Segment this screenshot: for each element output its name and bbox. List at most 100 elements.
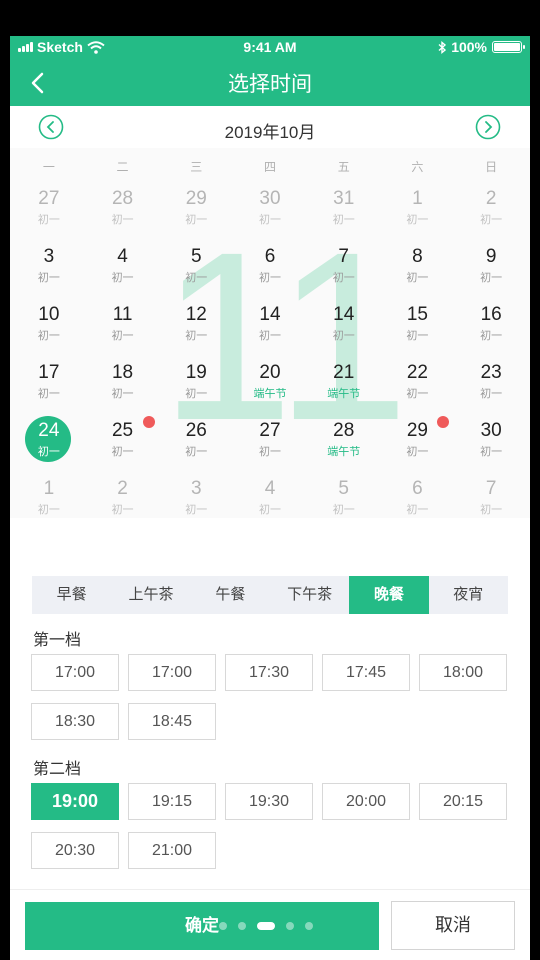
calendar-day[interactable]: 1 初一 — [12, 474, 86, 532]
calendar-day[interactable]: 29 初一 — [159, 184, 233, 242]
calendar-day[interactable]: 9 初一 — [454, 242, 528, 300]
pager-dot — [257, 922, 275, 930]
calendar-day[interactable]: 23 初一 — [454, 358, 528, 416]
lunar-date: 初一 — [111, 330, 134, 342]
day-number: 24 — [38, 420, 60, 441]
meal-tab[interactable]: 上午茶 — [111, 576, 190, 614]
time-slot-button[interactable]: 21:00 — [128, 832, 216, 869]
calendar-day[interactable]: 30 初一 — [454, 416, 528, 474]
calendar-day[interactable]: 20 端午节 — [233, 358, 307, 416]
day-number: 18 — [111, 362, 134, 383]
lunar-date: 端午节 — [327, 388, 361, 400]
day-number: 23 — [480, 362, 502, 383]
calendar-day[interactable]: 19 初一 — [159, 358, 233, 416]
calendar-day[interactable]: 28 端午节 — [307, 416, 381, 474]
calendar-day[interactable]: 14 初一 — [307, 300, 381, 358]
time-slot-button[interactable]: 20:00 — [322, 783, 410, 820]
calendar-day[interactable]: 5 初一 — [307, 474, 381, 532]
calendar-day[interactable]: 12 初一 — [159, 300, 233, 358]
calendar-day[interactable]: 7 初一 — [307, 242, 381, 300]
battery-percent: 100% — [451, 39, 487, 55]
time-slot-button[interactable]: 18:30 — [31, 703, 119, 740]
lunar-date: 初一 — [480, 330, 503, 342]
time-slot-button[interactable]: 18:45 — [128, 703, 216, 740]
time-slot-button[interactable]: 20:30 — [31, 832, 119, 869]
meal-tab[interactable]: 午餐 — [191, 576, 270, 614]
time-slot-button[interactable]: 17:00 — [31, 654, 119, 691]
time-slot-button[interactable]: 17:00 — [128, 654, 216, 691]
lunar-date: 初一 — [480, 504, 503, 516]
calendar-day[interactable]: 16 初一 — [454, 300, 528, 358]
meal-tab[interactable]: 早餐 — [32, 576, 111, 614]
event-dot — [142, 416, 155, 428]
calendar-day[interactable]: 6 初一 — [381, 474, 455, 532]
calendar-day[interactable]: 7 初一 — [454, 474, 528, 532]
calendar-day[interactable]: 5 初一 — [159, 242, 233, 300]
calendar-day[interactable]: 28 初一 — [86, 184, 160, 242]
calendar-day[interactable]: 29 初一 — [381, 416, 455, 474]
lunar-date: 初一 — [406, 446, 429, 458]
day-number: 28 — [111, 188, 134, 209]
calendar-day[interactable]: 27 初一 — [12, 184, 86, 242]
day-number: 9 — [485, 246, 497, 267]
calendar-day[interactable]: 17 初一 — [12, 358, 86, 416]
time-slot-button[interactable]: 18:00 — [419, 654, 507, 691]
calendar-week-row: 3 初一 4 初一 5 初一 6 初一 7 初一 8 初一 9 初一 — [12, 242, 528, 300]
pager-dot — [219, 922, 227, 930]
lunar-date: 初一 — [37, 272, 60, 284]
calendar-day[interactable]: 25 初一 — [86, 416, 160, 474]
day-number: 19 — [185, 362, 207, 383]
app-screen: Sketch 9:41 AM 100% 选择时间 2019年10月 11 一 二… — [10, 36, 530, 960]
calendar-day[interactable]: 31 初一 — [307, 184, 381, 242]
meal-tab[interactable]: 晚餐 — [349, 576, 429, 614]
calendar-day[interactable]: 26 初一 — [159, 416, 233, 474]
time-slot-button[interactable]: 19:15 — [128, 783, 216, 820]
time-slot-button[interactable]: 19:30 — [225, 783, 313, 820]
calendar-day-selected[interactable]: 24 初一 — [12, 416, 86, 474]
calendar-day[interactable]: 2 初一 — [454, 184, 528, 242]
calendar-day[interactable]: 3 初一 — [12, 242, 86, 300]
time-slot-button[interactable]: 20:15 — [419, 783, 507, 820]
day-number: 29 — [185, 188, 207, 209]
day-number: 2 — [117, 478, 128, 499]
calendar-day[interactable]: 10 初一 — [12, 300, 86, 358]
confirm-button[interactable]: 确定 — [25, 902, 379, 950]
weekday-label: 一 — [42, 160, 55, 174]
time-slot-button[interactable]: 19:00 — [31, 783, 119, 820]
day-number: 2 — [485, 188, 497, 209]
calendar-day[interactable]: 15 初一 — [381, 300, 455, 358]
calendar-day[interactable]: 18 初一 — [86, 358, 160, 416]
day-number: 12 — [185, 304, 207, 325]
meal-tab[interactable]: 下午茶 — [270, 576, 349, 614]
month-navigator: 2019年10月 — [10, 106, 530, 148]
day-number: 1 — [43, 478, 55, 499]
calendar-day[interactable]: 11 初一 — [86, 300, 160, 358]
calendar-day[interactable]: 4 初一 — [233, 474, 307, 532]
calendar-day[interactable]: 27 初一 — [233, 416, 307, 474]
battery-icon — [492, 41, 525, 53]
calendar-week-row: 27 初一 28 初一 29 初一 30 初一 31 初一 1 初一 2 初一 — [12, 184, 528, 242]
calendar-day[interactable]: 22 初一 — [381, 358, 455, 416]
calendar-day[interactable]: 1 初一 — [381, 184, 455, 242]
time-slot-button[interactable]: 17:30 — [225, 654, 313, 691]
cancel-button[interactable]: 取消 — [391, 901, 515, 950]
time-slot-button[interactable]: 17:45 — [322, 654, 410, 691]
calendar-day[interactable]: 6 初一 — [233, 242, 307, 300]
page-indicator — [219, 922, 313, 930]
weekday-label: 四 — [263, 160, 276, 174]
calendar-day[interactable]: 4 初一 — [86, 242, 160, 300]
calendar-day[interactable]: 21 端午节 — [307, 358, 381, 416]
calendar-day[interactable]: 8 初一 — [381, 242, 455, 300]
time-slots-group-1: 17:00 17:00 17:30 17:45 18:00 18:30 18:45 — [31, 654, 511, 740]
day-number: 5 — [190, 246, 202, 267]
calendar-grid: 11 一二三四五六日 27 初一 28 初一 29 初一 30 初一 31 初一 1 初一 2 初一 3 初一… — [10, 148, 530, 518]
next-month-button[interactable] — [475, 114, 501, 140]
weekday-label: 三 — [190, 160, 203, 174]
meal-tab[interactable]: 夜宵 — [429, 576, 508, 614]
lunar-date: 初一 — [185, 504, 208, 516]
lunar-date: 初一 — [111, 272, 134, 284]
calendar-day[interactable]: 14 初一 — [233, 300, 307, 358]
calendar-day[interactable]: 30 初一 — [233, 184, 307, 242]
calendar-day[interactable]: 2 初一 — [86, 474, 160, 532]
calendar-day[interactable]: 3 初一 — [159, 474, 233, 532]
